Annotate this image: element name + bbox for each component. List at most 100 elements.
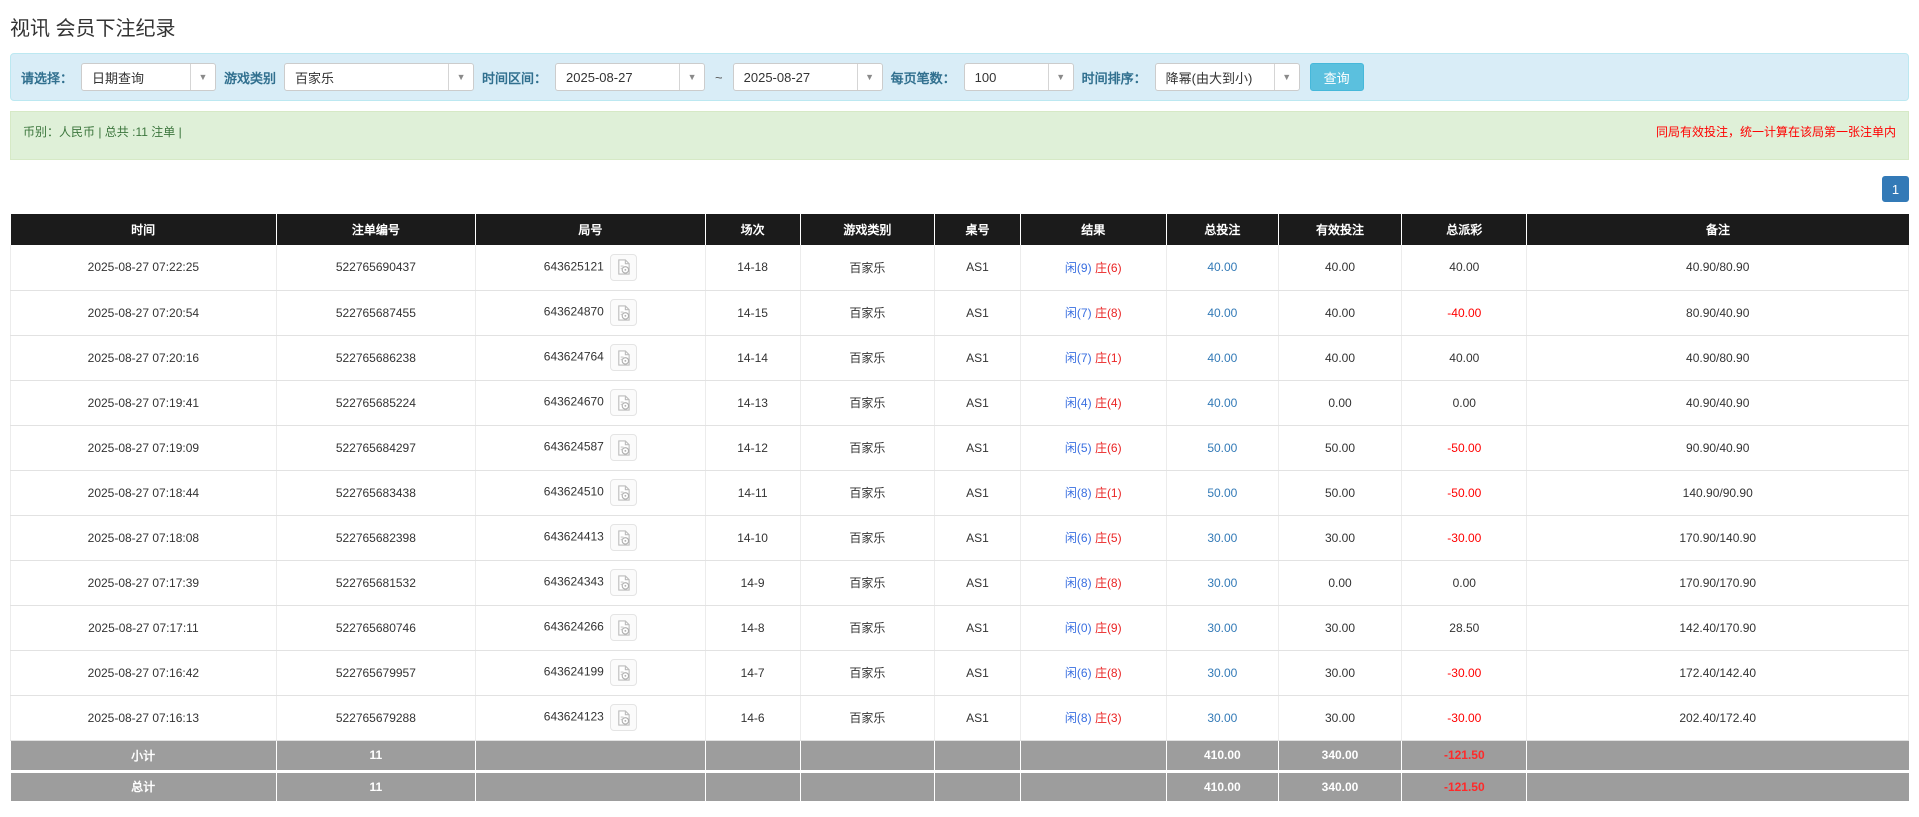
game-type-select[interactable]: 百家乐 ▼ [284, 63, 474, 91]
cell-total-bet: 30.00 [1166, 515, 1278, 560]
result-player: 闲(4) [1065, 396, 1092, 410]
cell-time: 2025-08-27 07:22:25 [11, 245, 277, 290]
result-player: 闲(5) [1065, 441, 1092, 455]
cell-payout: 0.00 [1402, 380, 1527, 425]
table-row: 2025-08-27 07:22:25522765690437643625121… [11, 245, 1909, 290]
search-button[interactable]: 查询 [1310, 63, 1364, 91]
cell-bet-number: 522765685224 [276, 380, 475, 425]
total-bet-link[interactable]: 40.00 [1207, 260, 1237, 274]
cell-total-bet: 40.00 [1166, 335, 1278, 380]
chevron-down-icon: ▼ [448, 64, 473, 90]
total-bet-link[interactable]: 50.00 [1207, 486, 1237, 500]
video-record-button[interactable] [610, 479, 637, 506]
cell-round-number: 643624266 [476, 605, 706, 650]
table-row: 2025-08-27 07:17:11522765680746643624266… [11, 605, 1909, 650]
video-record-button[interactable] [610, 524, 637, 551]
video-record-button[interactable] [610, 389, 637, 416]
subtotal-row-cell-0: 小计 [11, 740, 277, 771]
cell-note: 142.40/170.90 [1527, 605, 1909, 650]
chevron-down-icon: ▼ [1274, 64, 1299, 90]
result-player: 闲(8) [1065, 711, 1092, 725]
cell-bet-number: 522765680746 [276, 605, 475, 650]
page-1-button[interactable]: 1 [1882, 176, 1909, 202]
video-record-button[interactable] [610, 344, 637, 371]
cell-payout: -40.00 [1402, 290, 1527, 335]
subtotal-row-cell-2 [476, 740, 706, 771]
total-bet-link[interactable]: 30.00 [1207, 711, 1237, 725]
grand-total-row-cell-2 [476, 771, 706, 802]
total-bet-link[interactable]: 50.00 [1207, 441, 1237, 455]
cell-session: 14-15 [705, 290, 800, 335]
video-record-button[interactable] [610, 254, 637, 281]
cell-note: 202.40/172.40 [1527, 695, 1909, 740]
cell-total-bet: 40.00 [1166, 290, 1278, 335]
sort-order-label: 时间排序： [1082, 68, 1147, 87]
video-record-button[interactable] [610, 659, 637, 686]
round-number: 643624123 [544, 710, 604, 724]
cell-bet-number: 522765682398 [276, 515, 475, 560]
date-from-select[interactable]: 2025-08-27 ▼ [555, 63, 705, 91]
column-header-1: 注单编号 [276, 214, 475, 245]
total-bet-link[interactable]: 30.00 [1207, 531, 1237, 545]
cell-bet-number: 522765679957 [276, 650, 475, 695]
cell-table-number: AS1 [935, 470, 1020, 515]
cell-round-number: 643624123 [476, 695, 706, 740]
total-bet-link[interactable]: 30.00 [1207, 576, 1237, 590]
video-record-icon [616, 305, 631, 321]
page-size-select[interactable]: 100 ▼ [964, 63, 1074, 91]
table-row: 2025-08-27 07:19:09522765684297643624587… [11, 425, 1909, 470]
cell-result: 闲(9) 庄(6) [1020, 245, 1166, 290]
subtotal-row-cell-6 [1020, 740, 1166, 771]
result-player: 闲(8) [1065, 486, 1092, 500]
total-bet-link[interactable]: 30.00 [1207, 621, 1237, 635]
cell-time: 2025-08-27 07:19:41 [11, 380, 277, 425]
filter-bar: 请选择： 日期查询 ▼ 游戏类别 百家乐 ▼ 时间区间： 2025-08-27 … [10, 53, 1909, 101]
game-type-label: 游戏类别 [224, 68, 276, 87]
cell-round-number: 643624587 [476, 425, 706, 470]
grand-total-row-cell-1: 11 [276, 771, 475, 802]
round-number: 643624343 [544, 575, 604, 589]
cell-game-type: 百家乐 [800, 515, 935, 560]
pagination: 1 [10, 176, 1909, 202]
video-record-icon [616, 530, 631, 546]
video-record-button[interactable] [610, 299, 637, 326]
video-record-icon [616, 710, 631, 726]
cell-payout: 40.00 [1402, 335, 1527, 380]
video-record-button[interactable] [610, 704, 637, 731]
cell-note: 172.40/142.40 [1527, 650, 1909, 695]
total-bet-link[interactable]: 40.00 [1207, 396, 1237, 410]
subtotal-row-cell-4 [800, 740, 935, 771]
total-bet-link[interactable]: 40.00 [1207, 306, 1237, 320]
column-header-5: 桌号 [935, 214, 1020, 245]
date-to-value: 2025-08-27 [734, 64, 857, 90]
cell-time: 2025-08-27 07:19:09 [11, 425, 277, 470]
cell-result: 闲(7) 庄(8) [1020, 290, 1166, 335]
result-banker: 庄(8) [1095, 306, 1122, 320]
query-type-select[interactable]: 日期查询 ▼ [81, 63, 216, 91]
video-record-button[interactable] [610, 569, 637, 596]
total-bet-link[interactable]: 30.00 [1207, 666, 1237, 680]
cell-session: 14-11 [705, 470, 800, 515]
grand-total-row-cell-10 [1527, 771, 1909, 802]
round-number: 643624764 [544, 350, 604, 364]
date-to-select[interactable]: 2025-08-27 ▼ [733, 63, 883, 91]
cell-total-bet: 40.00 [1166, 245, 1278, 290]
video-record-icon [616, 620, 631, 636]
round-number: 643624510 [544, 485, 604, 499]
video-record-button[interactable] [610, 434, 637, 461]
cell-game-type: 百家乐 [800, 380, 935, 425]
result-banker: 庄(9) [1095, 621, 1122, 635]
cell-total-bet: 50.00 [1166, 425, 1278, 470]
cell-total-bet: 30.00 [1166, 695, 1278, 740]
cell-game-type: 百家乐 [800, 245, 935, 290]
total-bet-link[interactable]: 40.00 [1207, 351, 1237, 365]
betting-records-table: 时间注单编号局号场次游戏类别桌号结果总投注有效投注总派彩备注 2025-08-2… [10, 214, 1909, 804]
cell-note: 90.90/40.90 [1527, 425, 1909, 470]
cell-valid-bet: 30.00 [1278, 515, 1401, 560]
grand-total-row-cell-5 [935, 771, 1020, 802]
cell-time: 2025-08-27 07:20:16 [11, 335, 277, 380]
video-record-button[interactable] [610, 614, 637, 641]
cell-time: 2025-08-27 07:18:44 [11, 470, 277, 515]
cell-table-number: AS1 [935, 695, 1020, 740]
sort-order-select[interactable]: 降幂(由大到小) ▼ [1155, 63, 1300, 91]
